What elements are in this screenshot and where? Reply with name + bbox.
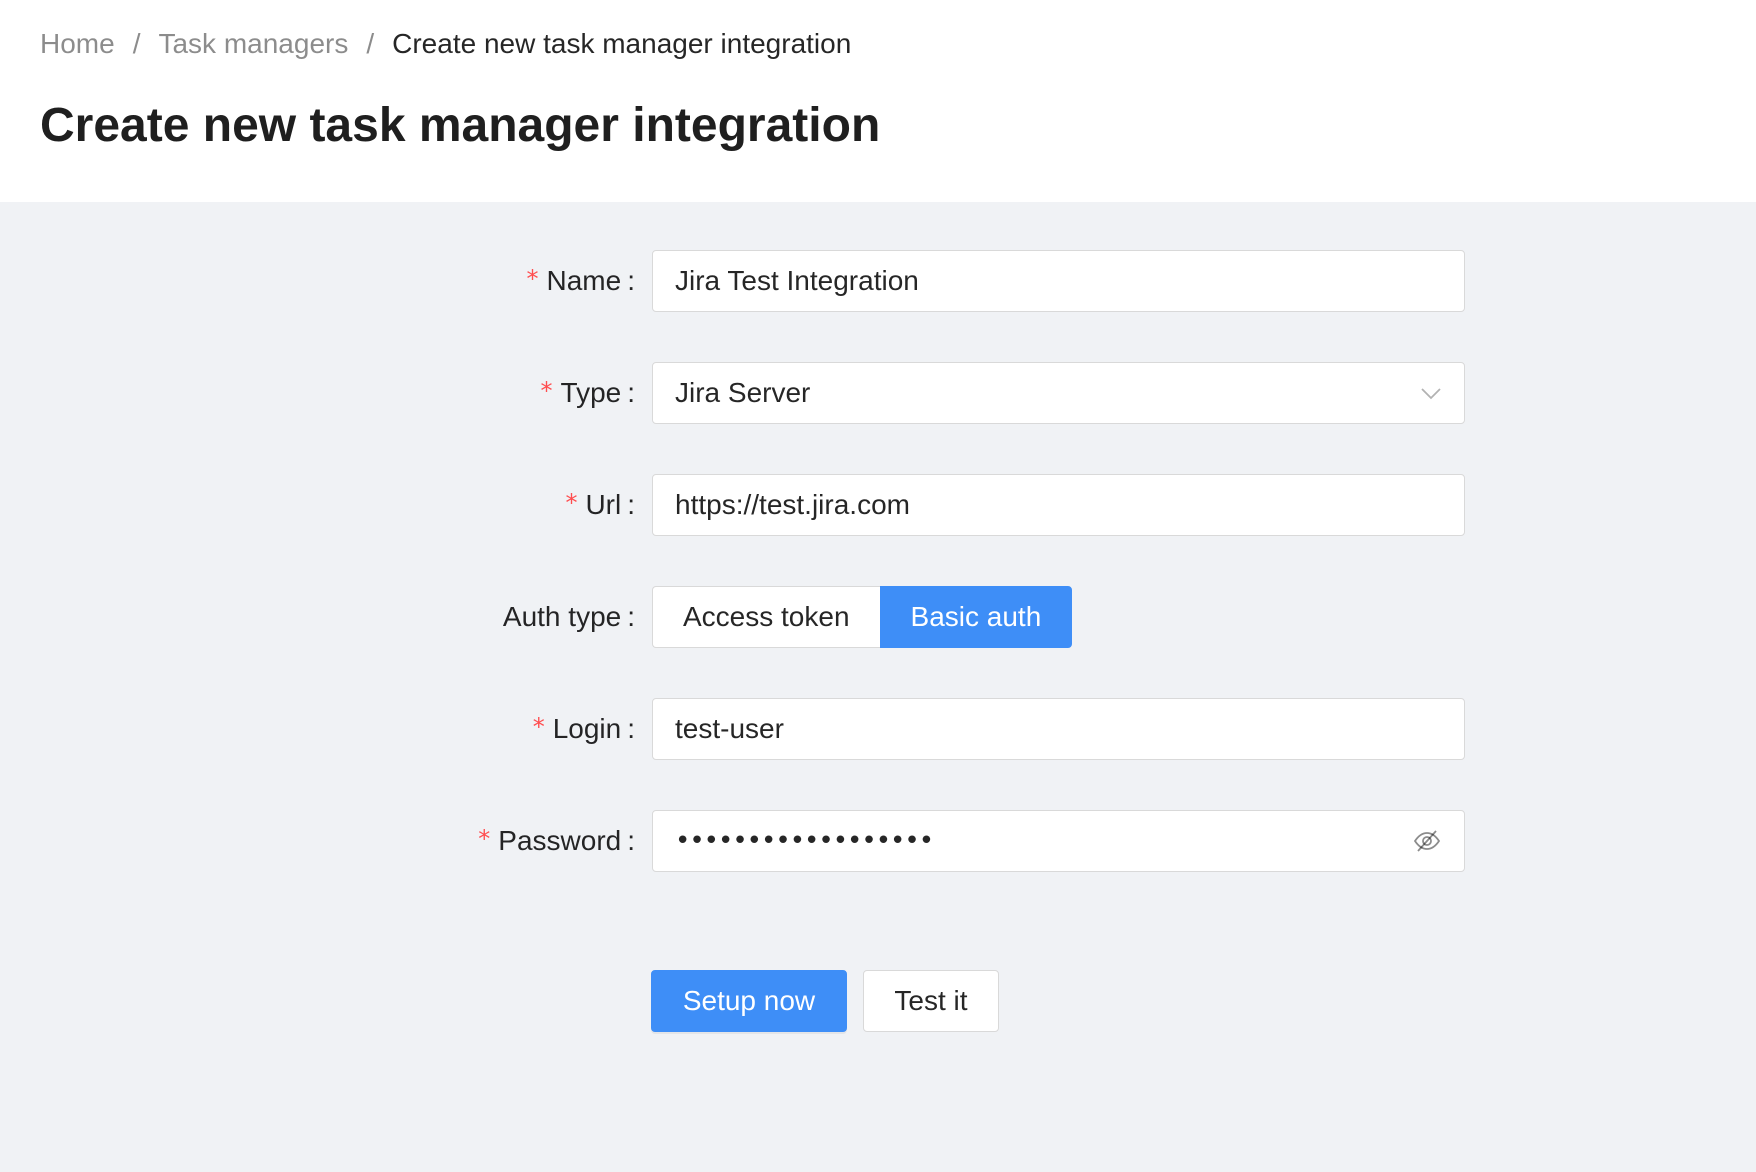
form-row-name: * Name : [0,250,1756,312]
url-label: * Url : [565,489,635,520]
auth-type-label-text: Auth type [502,601,622,632]
breadcrumb-separator: / [366,28,375,59]
breadcrumb-home[interactable]: Home [40,24,115,64]
test-it-button[interactable]: Test it [863,970,999,1032]
password-label: * Password : [478,825,635,856]
page-title: Create new task manager integration [40,99,881,152]
name-label-text: Name [546,265,622,296]
login-input[interactable] [675,713,1442,745]
required-mark: * [532,713,545,741]
url-input[interactable] [675,489,1442,521]
type-label: * Type : [540,377,635,408]
form-actions: Setup now Test it [0,970,1756,1032]
form-row-url: * Url : [0,474,1756,536]
form-row-login: * Login : [0,698,1756,760]
type-select[interactable]: Jira Server [652,362,1465,424]
auth-option-access-token[interactable]: Access token [652,586,880,648]
required-mark: * [565,489,578,517]
auth-option-basic-auth[interactable]: Basic auth [879,586,1073,648]
url-label-text: Url [585,489,622,520]
required-mark: * [478,825,491,853]
url-input-wrapper [652,474,1465,536]
login-input-wrapper [652,698,1465,760]
name-input[interactable] [675,265,1442,297]
form-row-type: * Type : Jira Server [0,362,1756,424]
password-label-text: Password [498,825,622,856]
eye-invisible-icon[interactable] [1412,826,1442,856]
page-header: Home / Task managers / Create new task m… [0,0,1756,202]
auth-type-label: Auth type : [502,601,635,632]
name-input-wrapper [652,250,1465,312]
breadcrumb-separator: / [132,28,141,59]
type-select-value: Jira Server [675,377,811,408]
login-label-text: Login [552,713,622,744]
form-row-password: * Password : •••••••••••••••••• [0,810,1756,872]
setup-now-button[interactable]: Setup now [651,970,847,1032]
chevron-down-icon [1421,388,1441,400]
name-label: * Name : [526,265,635,296]
breadcrumb-current: Create new task manager integration [392,28,852,59]
required-mark: * [540,377,553,405]
password-masked-value: •••••••••••••••••• [675,826,934,856]
login-label: * Login : [532,713,635,744]
required-mark: * [526,265,539,293]
type-label-text: Type [560,377,622,408]
form-row-auth-type: Auth type : Access token Basic auth [0,586,1756,648]
breadcrumb-task-managers[interactable]: Task managers [158,24,348,64]
form-area: * Name : * Type : Jira Server * Url : [0,202,1756,1172]
auth-type-radio-group: Access token Basic auth [652,586,1073,648]
password-input[interactable]: •••••••••••••••••• [652,810,1465,872]
breadcrumb: Home / Task managers / Create new task m… [40,24,851,64]
